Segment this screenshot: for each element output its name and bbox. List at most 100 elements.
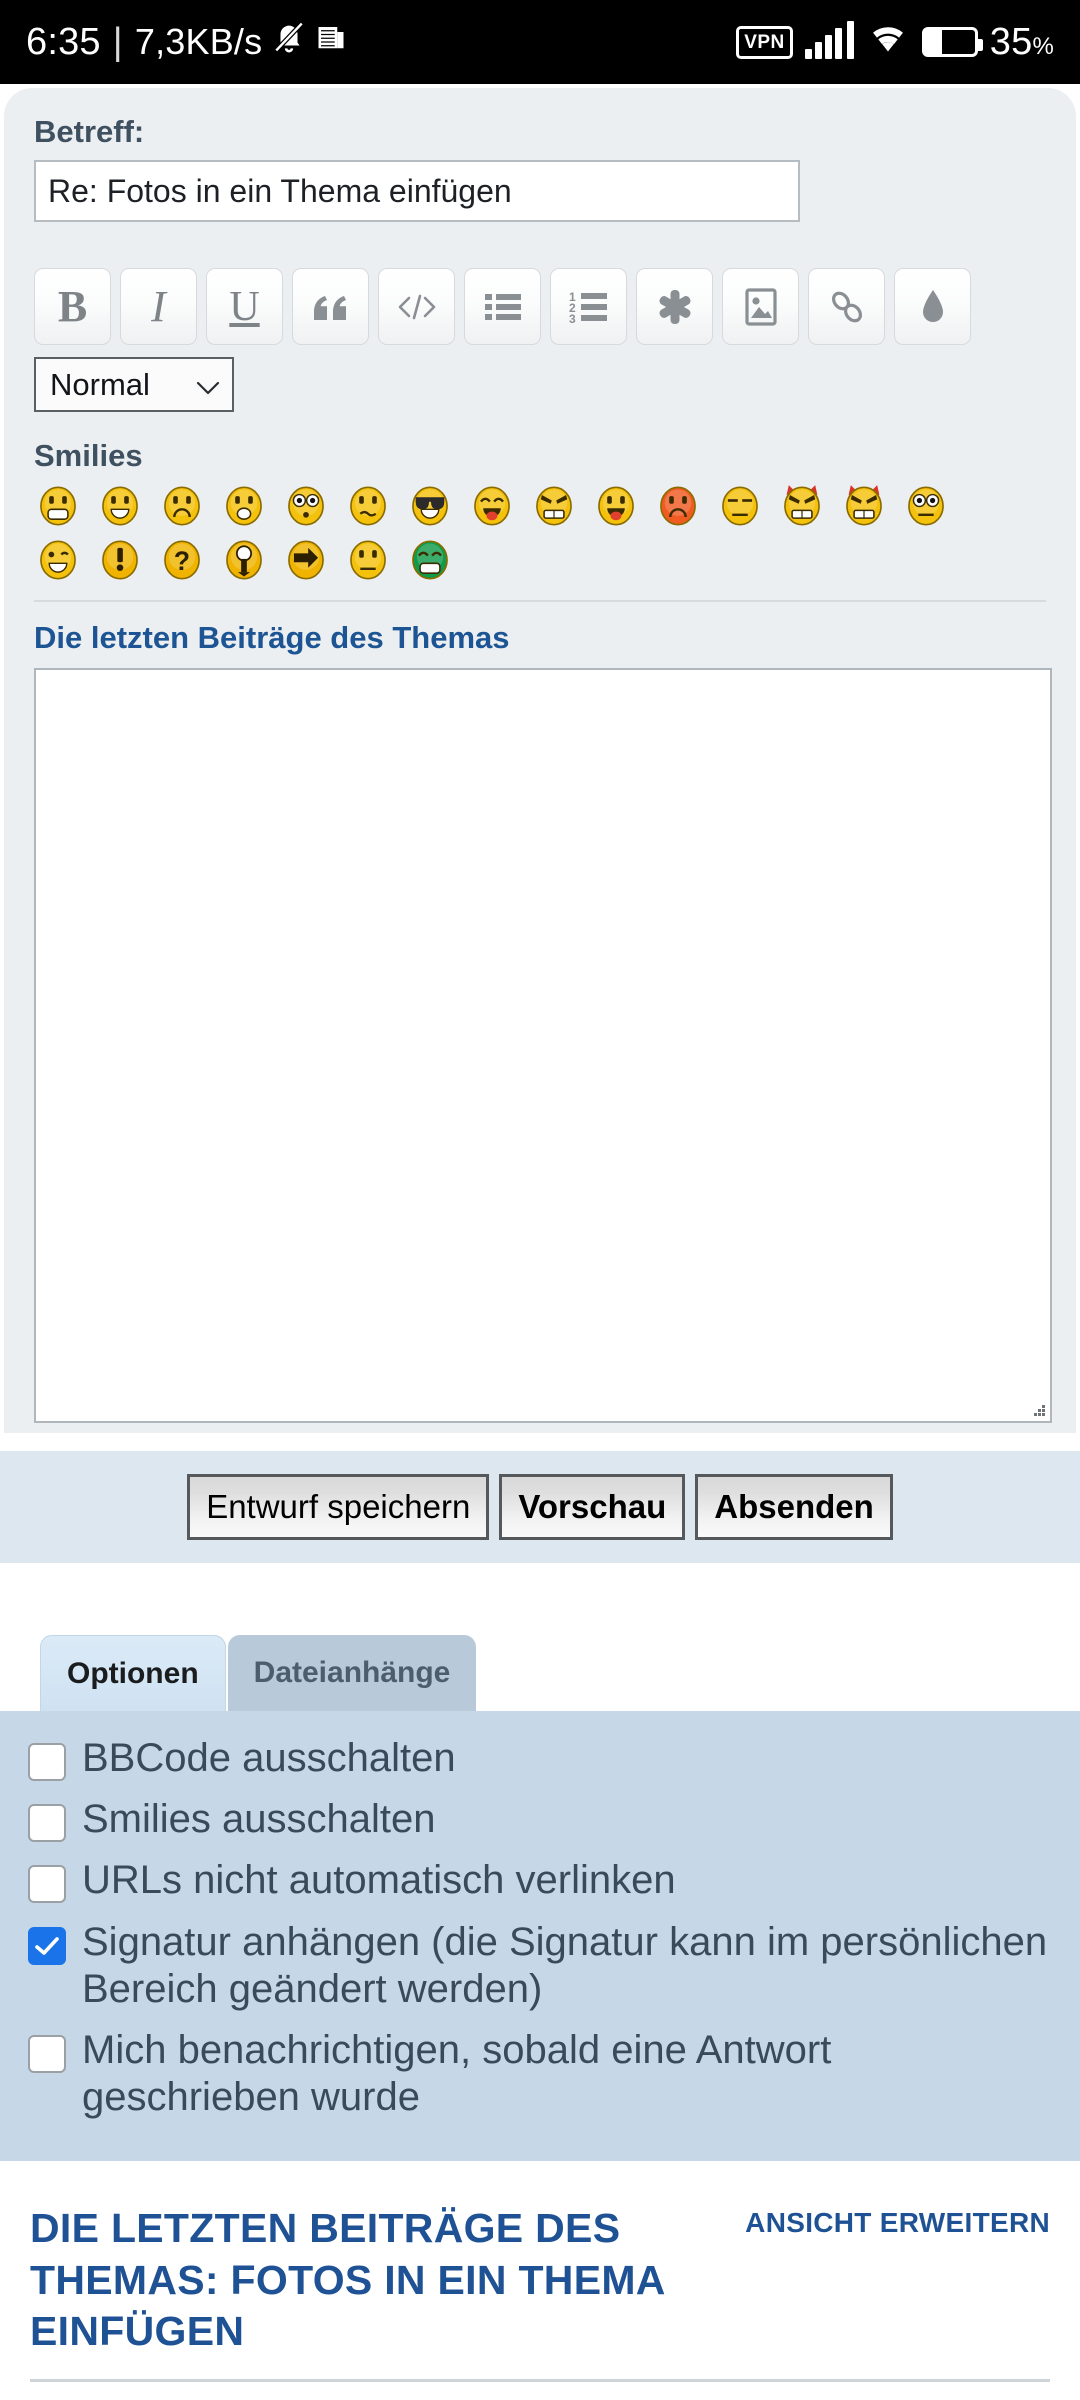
signal-icon: [804, 21, 854, 59]
mrgreen-smiley[interactable]: [410, 538, 450, 582]
battery-icon: [921, 27, 983, 57]
image-icon: [744, 287, 778, 327]
wink-smiley[interactable]: [38, 538, 78, 582]
italic-button[interactable]: I: [120, 268, 197, 345]
exclaim-smiley[interactable]: [100, 538, 140, 582]
happy-smiley[interactable]: [100, 484, 140, 528]
numbered-list-button[interactable]: 1 2 3: [550, 268, 627, 345]
idea-smiley[interactable]: [224, 538, 264, 582]
battery-percent: 35%: [989, 20, 1054, 63]
tab-optionen[interactable]: Optionen: [40, 1635, 226, 1711]
status-bar-left: 6:35 | 7,3KB/s: [26, 18, 736, 66]
code-button[interactable]: [378, 268, 455, 345]
bottom-section-title: DIE LETZTEN BEITRÄGE DES THEMAS: FOTOS I…: [30, 2205, 665, 2354]
option-label: Mich benachrichtigen, sobald eine Antwor…: [82, 2027, 832, 2120]
editor-toolbar: B I U 1 2 3: [34, 268, 1046, 345]
status-network-rate: 7,3KB/s: [134, 21, 263, 62]
svg-text:?: ?: [174, 546, 190, 576]
option-checkbox[interactable]: [28, 1926, 66, 1965]
svg-text:3: 3: [569, 312, 576, 324]
mad-smiley[interactable]: [534, 484, 574, 528]
question-smiley[interactable]: ?: [162, 538, 202, 582]
eek-smiley[interactable]: [906, 484, 946, 528]
confused-smiley[interactable]: [348, 484, 388, 528]
expand-view-link[interactable]: ANSICHT ERWEITERN: [745, 2207, 1050, 2239]
link-button[interactable]: [808, 268, 885, 345]
compose-card: Betreff: Re: Fotos in ein Thema einfügen…: [4, 88, 1076, 1433]
asterisk-icon: [656, 288, 694, 326]
option-label: BBCode ausschalten: [82, 1736, 456, 1780]
option-checkbox[interactable]: [28, 1743, 66, 1781]
color-droplet-button[interactable]: [894, 268, 971, 345]
message-textarea[interactable]: [34, 668, 1052, 1423]
tabs-zone: Optionen Dateianhänge: [0, 1563, 1080, 1711]
cool-smiley[interactable]: [410, 484, 450, 528]
wifi-icon: [866, 20, 910, 64]
color-droplet-icon: [920, 288, 946, 326]
tab-dateianhaenge[interactable]: Dateianhänge: [227, 1635, 477, 1711]
image-button[interactable]: [722, 268, 799, 345]
underline-icon: U: [229, 283, 260, 330]
neutral-smiley[interactable]: [348, 538, 388, 582]
subject-input-value: Re: Fotos in ein Thema einfügen: [48, 172, 512, 209]
subject-input[interactable]: Re: Fotos in ein Thema einfügen: [34, 160, 800, 222]
asterisk-button[interactable]: [636, 268, 713, 345]
vpn-icon: VPN: [736, 25, 793, 59]
shocked-smiley[interactable]: [286, 484, 326, 528]
bullet-list-button[interactable]: [464, 268, 541, 345]
option-row[interactable]: Smilies ausschalten: [28, 1796, 1052, 1843]
option-row[interactable]: Signatur anhängen (die Signatur kann im …: [28, 1919, 1052, 2013]
rolleyes-smiley[interactable]: [720, 484, 760, 528]
preview-button[interactable]: Vorschau: [499, 1474, 686, 1540]
redface-smiley[interactable]: [658, 484, 698, 528]
posts-section-title: Die letzten Beiträge des Themas: [34, 620, 510, 655]
status-clock: 6:35: [26, 20, 101, 63]
submit-button[interactable]: Absenden: [695, 1474, 893, 1540]
quote-button[interactable]: [292, 268, 369, 345]
format-select-wrapper: Normal: [34, 357, 1046, 412]
underline-button[interactable]: U: [206, 268, 283, 345]
bold-button[interactable]: B: [34, 268, 111, 345]
newspaper-icon: [316, 20, 346, 64]
card-gap: [0, 1433, 1080, 1451]
bottom-rule: [30, 2379, 1050, 2383]
arrow-smiley[interactable]: [286, 538, 326, 582]
subject-label: Betreff:: [34, 114, 145, 149]
razz-smiley[interactable]: [596, 484, 636, 528]
code-icon: [396, 290, 438, 324]
status-bar-right: VPN 35%: [736, 20, 1054, 64]
option-row[interactable]: Mich benachrichtigen, sobald eine Antwor…: [28, 2027, 1052, 2121]
grin-smiley[interactable]: [38, 484, 78, 528]
smilies-row-1: [34, 484, 1046, 528]
option-checkbox[interactable]: [28, 1804, 66, 1843]
smilies-label: Smilies: [34, 438, 143, 473]
bottom-header: DIE LETZTEN BEITRÄGE DES THEMAS: FOTOS I…: [30, 2203, 1050, 2357]
format-select[interactable]: Normal: [34, 357, 234, 412]
evil-smiley[interactable]: [782, 484, 822, 528]
status-separator: |: [112, 20, 123, 63]
surprised-smiley[interactable]: [224, 484, 264, 528]
smilies-row-2: ?: [34, 538, 1046, 582]
bold-icon: B: [57, 281, 88, 331]
save-draft-button[interactable]: Entwurf speichern: [187, 1474, 490, 1540]
action-bar: Entwurf speichern Vorschau Absenden: [0, 1451, 1080, 1563]
tab-bar: Optionen Dateianhänge: [40, 1635, 1080, 1711]
numbered-list-icon: 1 2 3: [569, 290, 609, 324]
option-checkbox[interactable]: [28, 2034, 66, 2073]
option-row[interactable]: BBCode ausschalten: [28, 1735, 1052, 1782]
format-select-value: Normal: [50, 366, 150, 402]
laugh-smiley[interactable]: [472, 484, 512, 528]
quote-icon: [311, 290, 351, 324]
option-label: Signatur anhängen (die Signatur kann im …: [82, 1919, 1048, 2011]
status-bar: 6:35 | 7,3KB/s VPN 35%: [0, 0, 1080, 84]
resize-handle-icon[interactable]: [1032, 1403, 1046, 1417]
twisted-smiley[interactable]: [844, 484, 884, 528]
link-icon: [828, 288, 866, 326]
mute-bell-icon: [272, 18, 306, 66]
italic-icon: I: [151, 281, 166, 331]
sad-smiley[interactable]: [162, 484, 202, 528]
chevron-down-icon: [196, 367, 220, 403]
option-checkbox[interactable]: [28, 1865, 66, 1904]
bottom-zone: DIE LETZTEN BEITRÄGE DES THEMAS: FOTOS I…: [0, 2161, 1080, 2383]
option-row[interactable]: URLs nicht automatisch verlinken: [28, 1857, 1052, 1904]
